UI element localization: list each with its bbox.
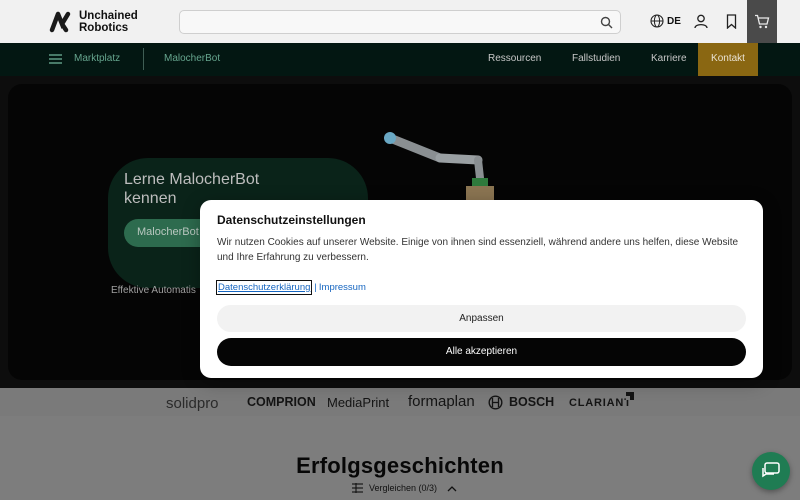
contact-button[interactable]: Kontakt <box>698 43 758 76</box>
chat-button[interactable] <box>752 452 790 490</box>
chat-icon <box>762 462 780 478</box>
site-header: Unchained Robotics DE <box>0 0 800 43</box>
logo-mark-icon <box>49 11 71 33</box>
link-separator: | <box>314 282 317 293</box>
brand-formaplan: formaplan <box>408 393 475 410</box>
section-title: Erfolgsgeschichten <box>296 453 504 478</box>
nav-marktplatz[interactable]: Marktplatz <box>74 53 120 64</box>
bookmark-icon[interactable] <box>726 14 737 29</box>
brand-solidpro: solidpro <box>166 395 219 412</box>
logo-line-1: Unchained <box>79 10 138 22</box>
main-nav: Marktplatz MalocherBot Ressourcen Fallst… <box>0 43 800 76</box>
nav-karriere[interactable]: Karriere <box>651 53 687 64</box>
nav-malocherbot[interactable]: MalocherBot <box>164 53 220 64</box>
logo[interactable]: Unchained Robotics <box>48 10 138 34</box>
compare-icon <box>352 483 363 493</box>
robot-arm-image <box>384 132 494 204</box>
brand-mediaprint: MediaPrint <box>327 395 390 410</box>
globe-icon <box>650 14 664 28</box>
hero-subtitle: Effektive Automatis <box>111 285 196 296</box>
logo-line-2: Robotics <box>79 22 129 34</box>
bosch-logo-icon <box>488 395 503 410</box>
search-input[interactable] <box>179 10 621 34</box>
compare-bar[interactable]: Vergleichen (0/3) <box>352 483 457 493</box>
dialog-title: Datenschutzeinstellungen <box>217 213 366 227</box>
accept-all-button[interactable]: Alle akzeptieren <box>217 338 746 366</box>
customize-button[interactable]: Anpassen <box>217 305 746 332</box>
brand-clariant: CLARIANT <box>569 397 632 409</box>
dialog-links: Datenschutzerklärung | Impressum <box>216 280 366 295</box>
nav-fallstudien[interactable]: Fallstudien <box>572 53 620 64</box>
search-icon[interactable] <box>600 16 613 29</box>
cart-icon <box>755 14 770 29</box>
brand-comprion: COMPRION <box>247 395 316 409</box>
privacy-policy-link[interactable]: Datenschutzerklärung <box>216 280 313 295</box>
dialog-text: Wir nutzen Cookies auf unserer Website. … <box>217 237 739 263</box>
brand-bosch: BOSCH <box>509 395 555 409</box>
compare-label: Vergleichen (0/3) <box>369 483 438 493</box>
language-label: DE <box>667 15 681 27</box>
user-icon[interactable] <box>694 14 708 29</box>
nav-divider <box>143 48 144 70</box>
language-selector[interactable]: DE <box>650 14 681 28</box>
clariant-mark-icon <box>626 392 634 400</box>
imprint-link[interactable]: Impressum <box>319 282 366 293</box>
chevron-up-icon <box>447 485 457 491</box>
cart-button[interactable] <box>747 0 777 43</box>
nav-ressourcen[interactable]: Ressourcen <box>488 53 541 64</box>
cookie-consent-dialog: Datenschutzeinstellungen Wir nutzen Cook… <box>200 200 763 378</box>
menu-icon[interactable] <box>49 54 62 64</box>
customer-logo-strip: solidpro COMPRION MediaPrint formaplan B… <box>0 388 800 416</box>
